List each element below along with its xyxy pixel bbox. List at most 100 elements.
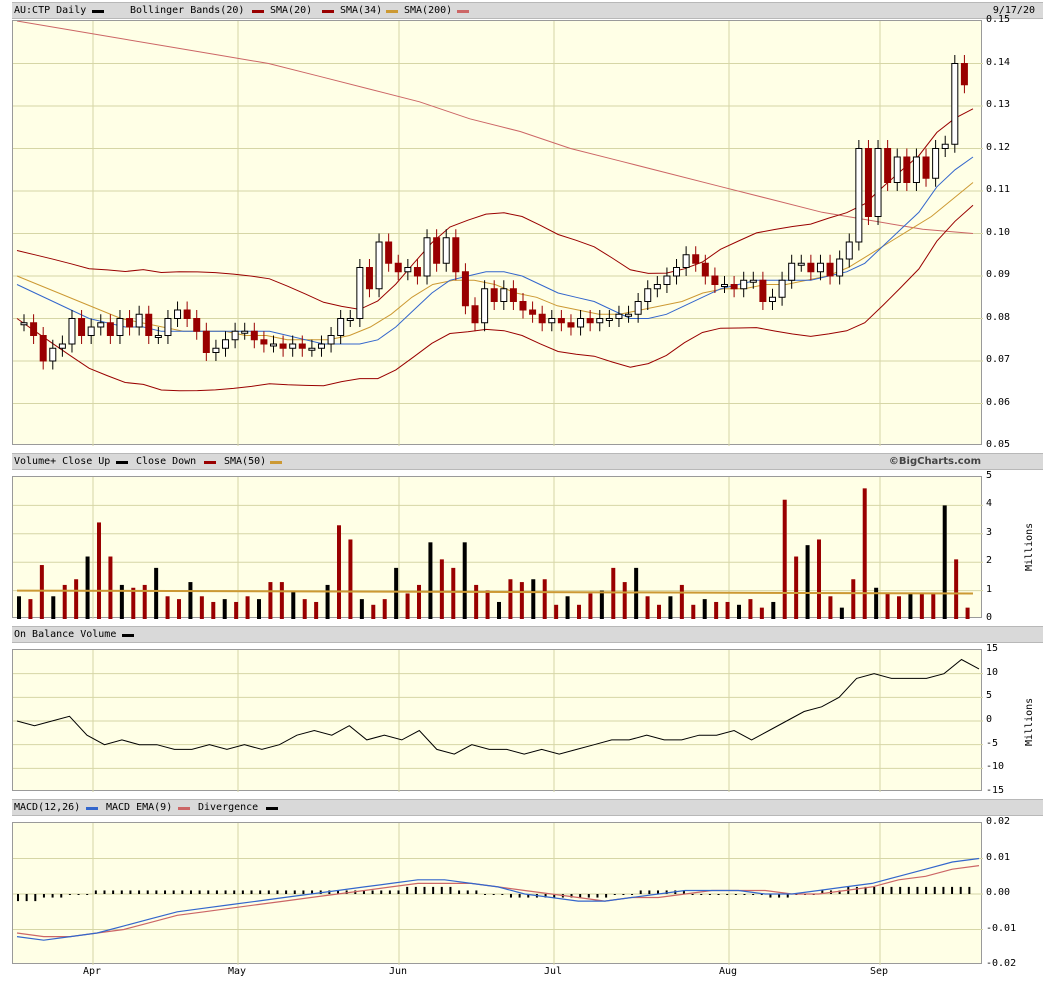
sma20-line [16, 156, 974, 345]
candle-body [663, 275, 671, 285]
legend-bollinger: Bollinger Bands(20) [130, 5, 245, 16]
volume-bar [702, 599, 707, 619]
candle-body [941, 143, 949, 149]
macd-swatch [86, 807, 98, 810]
divergence-bar [596, 894, 599, 898]
candle-body [145, 313, 153, 336]
volume-bar [599, 590, 604, 619]
candle-body [58, 343, 66, 349]
divergence-bar [951, 886, 954, 894]
candle-body [730, 284, 738, 290]
price-tick-label: 0.06 [986, 396, 1011, 408]
candle-body [481, 288, 489, 324]
volume-bar [554, 604, 559, 619]
volume-bar [737, 604, 741, 619]
divergence-bar [68, 894, 71, 895]
divergence-bar [432, 886, 435, 894]
legend-volume-sma: SMA(50) [224, 456, 267, 467]
divergence-bar [933, 886, 936, 894]
volume-bar [942, 505, 947, 619]
close-up-swatch [116, 461, 128, 464]
volume-bar [291, 590, 296, 619]
volume-bar [908, 593, 913, 619]
volume-bar [919, 593, 924, 619]
obv-tick-label: 5 [986, 690, 993, 702]
candle-body [212, 347, 220, 353]
volume-bar [382, 599, 387, 619]
divergence-bar [285, 890, 288, 894]
legend-sma200: SMA(200) [404, 5, 453, 16]
divergence-bar [86, 894, 89, 895]
obv-tick-label: 10 [986, 666, 999, 678]
candle-body [87, 326, 95, 336]
price-tick-label: 0.08 [986, 311, 1011, 323]
sma34-swatch [386, 10, 398, 13]
obv-unit: Millions [1024, 697, 1035, 746]
candle-body [298, 343, 306, 349]
candle-body [673, 267, 681, 277]
volume-bar [531, 579, 536, 619]
volume-bar [211, 601, 216, 619]
divergence-bar [146, 890, 149, 894]
candle-body [337, 318, 345, 336]
candle-body [701, 262, 709, 277]
candle-body [586, 318, 594, 324]
divergence-bar [622, 894, 625, 895]
volume-bar [222, 599, 227, 619]
volume-bar [782, 499, 787, 619]
price-panel [12, 20, 983, 446]
volume-bar [771, 601, 776, 619]
volume-chart [13, 477, 983, 619]
divergence-bar [224, 890, 227, 894]
volume-legend: Volume+ Close Up Close Down SMA(50) ©Big… [12, 453, 1043, 470]
candle-body [912, 156, 920, 183]
candle-body [605, 318, 613, 321]
divergence-bar [241, 890, 244, 894]
candle-body [797, 262, 805, 266]
price-chart [13, 21, 983, 446]
legend-sma20: SMA(20) [270, 5, 313, 16]
divergence-bar [380, 890, 383, 894]
divergence-bar [276, 890, 279, 894]
divergence-bar [120, 890, 123, 894]
divergence-bar [717, 894, 720, 895]
divergence-bar [250, 890, 253, 894]
candle-body [682, 254, 690, 268]
candle-body [241, 330, 249, 334]
obv-tick-label: 15 [986, 643, 999, 654]
candle-body [183, 309, 191, 319]
candle-body [346, 318, 354, 321]
volume-bar [577, 604, 581, 619]
candle-body [174, 309, 182, 319]
candle-body [625, 313, 633, 317]
divergence-bar [484, 894, 487, 895]
candle-body [816, 262, 824, 273]
divergence-bar [509, 894, 512, 898]
price-tick-label: 0.14 [986, 56, 1011, 68]
candle-body [836, 258, 844, 277]
volume-bar [28, 599, 33, 619]
candle-body [365, 267, 373, 290]
candle-body [711, 275, 719, 285]
divergence-bar [51, 894, 54, 898]
volume-bar [39, 565, 44, 619]
candle-body [260, 339, 268, 345]
volume-bar [805, 545, 810, 619]
macd-tick-label: 0.01 [986, 851, 1011, 863]
legend-divergence: Divergence [198, 802, 259, 813]
volume-bar [862, 488, 867, 619]
volume-bar [931, 593, 936, 619]
macd-chart [13, 823, 983, 965]
divergence-bar [579, 894, 582, 898]
price-tick-label: 0.15 [986, 14, 1011, 25]
volume-bar [668, 596, 673, 619]
divergence-bar [855, 886, 858, 894]
volume-bar [794, 556, 799, 619]
divergence-bar [34, 894, 37, 902]
candle-body [385, 241, 393, 264]
volume-bar [691, 604, 696, 619]
macd-ema-swatch [178, 807, 190, 810]
divergence-bar [907, 886, 910, 894]
volume-bar [839, 607, 844, 619]
volume-bar [885, 593, 890, 619]
